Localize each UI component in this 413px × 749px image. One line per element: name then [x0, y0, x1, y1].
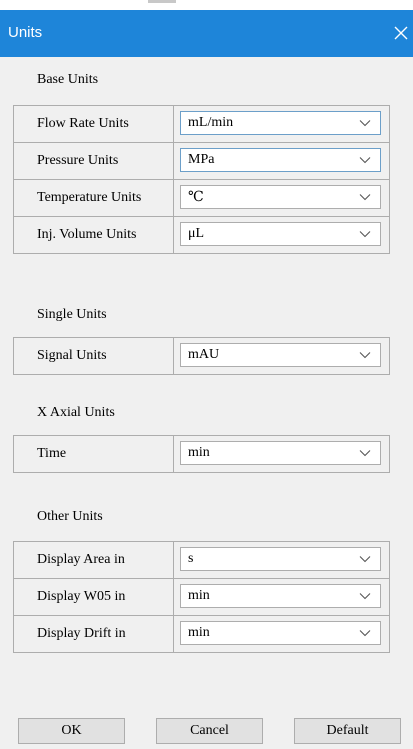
top-strip	[0, 0, 413, 10]
temperature-value: ℃	[188, 190, 204, 205]
inj-volume-value: μL	[188, 226, 205, 241]
chevron-down-icon	[359, 194, 371, 201]
display-area-row: Display Area in s	[14, 542, 389, 579]
chevron-down-icon	[359, 450, 371, 457]
default-button[interactable]: Default	[294, 718, 401, 744]
x-axial-units-group: Time min	[13, 435, 390, 473]
display-area-label: Display Area in	[14, 542, 174, 578]
time-row: Time min	[14, 436, 389, 472]
inj-volume-row: Inj. Volume Units μL	[14, 217, 389, 253]
inj-volume-select[interactable]: μL	[180, 222, 381, 246]
ok-button[interactable]: OK	[18, 718, 125, 744]
drag-notch	[148, 0, 176, 3]
display-area-value: s	[188, 551, 194, 566]
title-bar: Units	[0, 10, 413, 57]
base-units-heading: Base Units	[37, 72, 99, 87]
close-icon	[394, 26, 408, 40]
other-units-heading: Other Units	[37, 509, 103, 524]
chevron-down-icon	[359, 157, 371, 164]
flow-rate-label: Flow Rate Units	[14, 106, 174, 142]
display-drift-select[interactable]: min	[180, 621, 381, 645]
flow-rate-select[interactable]: mL/min	[180, 111, 381, 135]
display-w05-select[interactable]: min	[180, 584, 381, 608]
pressure-value: MPa	[188, 152, 215, 167]
close-button[interactable]	[391, 19, 413, 47]
temperature-label: Temperature Units	[14, 180, 174, 216]
cancel-button[interactable]: Cancel	[156, 718, 263, 744]
display-drift-row: Display Drift in min	[14, 616, 389, 652]
display-w05-label: Display W05 in	[14, 579, 174, 615]
flow-rate-value: mL/min	[188, 115, 234, 130]
chevron-down-icon	[359, 593, 371, 600]
signal-value: mAU	[188, 347, 220, 362]
pressure-row: Pressure Units MPa	[14, 143, 389, 180]
pressure-select[interactable]: MPa	[180, 148, 381, 172]
chevron-down-icon	[359, 120, 371, 127]
signal-row: Signal Units mAU	[14, 338, 389, 374]
display-area-select[interactable]: s	[180, 547, 381, 571]
window-title: Units	[8, 24, 43, 41]
time-value: min	[188, 445, 210, 460]
signal-select[interactable]: mAU	[180, 343, 381, 367]
display-w05-value: min	[188, 588, 210, 603]
display-w05-row: Display W05 in min	[14, 579, 389, 616]
base-units-group: Flow Rate Units mL/min Pressure Units MP…	[13, 105, 390, 254]
temperature-select[interactable]: ℃	[180, 185, 381, 209]
temperature-row: Temperature Units ℃	[14, 180, 389, 217]
time-select[interactable]: min	[180, 441, 381, 465]
display-drift-value: min	[188, 625, 210, 640]
other-units-group: Display Area in s Display W05 in min Dis…	[13, 541, 390, 653]
time-label: Time	[14, 436, 174, 472]
chevron-down-icon	[359, 352, 371, 359]
single-units-heading: Single Units	[37, 307, 107, 322]
single-units-group: Signal Units mAU	[13, 337, 390, 375]
pressure-label: Pressure Units	[14, 143, 174, 179]
chevron-down-icon	[359, 231, 371, 238]
flow-rate-row: Flow Rate Units mL/min	[14, 106, 389, 143]
chevron-down-icon	[359, 556, 371, 563]
x-axial-units-heading: X Axial Units	[37, 405, 115, 420]
signal-label: Signal Units	[14, 338, 174, 374]
display-drift-label: Display Drift in	[14, 616, 174, 652]
chevron-down-icon	[359, 630, 371, 637]
inj-volume-label: Inj. Volume Units	[14, 217, 174, 253]
